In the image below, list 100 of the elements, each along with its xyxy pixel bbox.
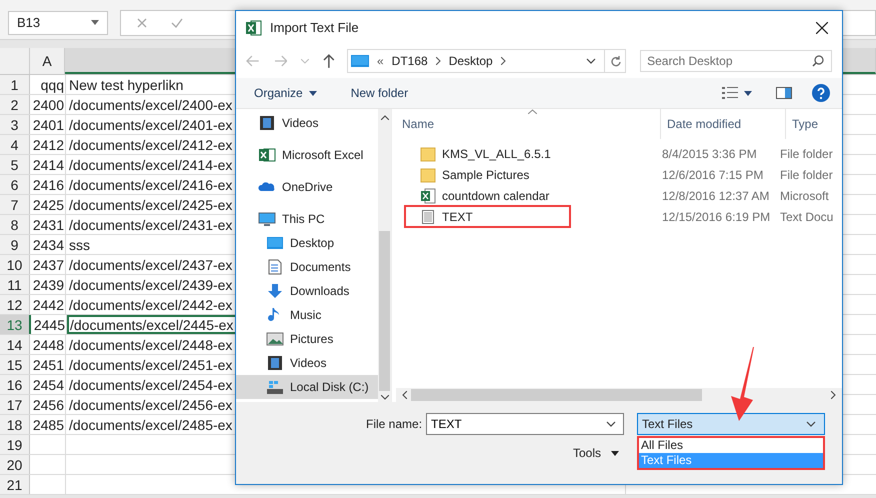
breadcrumb[interactable]: DT168 [392,54,428,68]
scrollbar[interactable] [378,109,391,402]
file-type: File folder [780,146,834,160]
sidebar-item[interactable]: Documents [236,255,378,279]
folder-icon [420,146,436,162]
row-header[interactable]: 7 [0,195,30,214]
excel-icon [258,147,276,163]
close-icon[interactable] [816,22,828,34]
row-header[interactable]: 6 [0,175,30,194]
row-header[interactable]: 8 [0,215,30,234]
scroll-right-icon[interactable] [831,391,836,399]
row-header[interactable]: 2 [0,95,30,114]
help-icon[interactable] [812,84,830,102]
table-cell: 2442 [30,295,66,314]
downloads-icon [266,283,284,299]
file-name-field[interactable]: TEXT [426,413,624,435]
table-cell: 2425 [30,195,66,214]
row-header[interactable]: 14 [0,335,30,354]
refresh-icon [610,55,621,67]
cancel-icon [137,18,147,28]
table-cell: 2439 [30,275,66,294]
preview-pane-icon[interactable] [776,87,792,99]
desktop-icon [266,235,284,251]
table-cell: 2431 [30,215,66,234]
table-cell: 2401 [30,115,66,134]
file-name[interactable]: TEXT [442,210,473,224]
table-cell: 2456 [30,395,66,414]
monitor-icon [350,55,369,67]
breadcrumb[interactable]: Desktop [448,54,493,68]
up-arrow-icon[interactable] [323,54,335,68]
pictures-icon [266,331,284,347]
table-cell: 2485 [30,415,66,434]
file-name[interactable]: countdown calendar [442,188,550,202]
search-icon [812,55,824,67]
scroll-down-icon[interactable] [380,395,388,400]
check-icon [171,18,183,28]
row-header[interactable]: 3 [0,115,30,134]
column-header[interactable]: Name [396,109,661,139]
sidebar-item[interactable]: Local Disk (C:) [236,375,378,399]
row-header[interactable]: 9 [0,235,30,254]
table-cell: 2445 [31,315,67,334]
row-header[interactable]: 11 [0,275,30,294]
file-date: 12/6/2016 7:15 PM [662,168,764,182]
documents-icon [266,259,284,275]
chevron-icon [606,421,616,427]
window-title: Import Text File [270,20,359,35]
disk-icon [266,379,284,395]
row-header[interactable]: 15 [0,355,30,374]
chevron-right-icon [436,57,441,65]
field-label: File name: [366,417,424,431]
file-name[interactable]: Sample Pictures [442,168,530,182]
overflow-crumb[interactable]: « [376,54,384,68]
row-header[interactable]: 10 [0,255,30,274]
file-type: Microsoft [780,188,830,202]
row-header[interactable]: 13 [0,315,31,334]
sort-icon [528,109,537,114]
sidebar-item[interactable]: OneDrive [236,175,378,199]
caret-icon[interactable] [744,90,752,96]
row-header[interactable]: 20 [0,455,30,474]
sidebar-item[interactable]: Videos [236,111,378,135]
chevron-icon [806,421,816,427]
row-header[interactable]: 19 [0,435,30,454]
sidebar-item[interactable]: Videos [236,351,378,375]
sidebar-item[interactable]: This PC [236,207,378,231]
sidebar-item[interactable]: Desktop [236,231,378,255]
table-cell: 2451 [30,355,66,374]
table-cell: 2412 [30,135,66,154]
scrollbar[interactable] [396,388,842,402]
row-header[interactable]: 16 [0,375,30,394]
name-box[interactable]: B13 [8,10,108,34]
view-list-icon[interactable] [722,87,738,99]
excel-file-icon [420,188,436,204]
column-header[interactable]: Type [786,109,842,139]
search-field[interactable]: Search Desktop [640,50,832,72]
file-type: Text Docu [780,210,834,224]
row-header[interactable]: 17 [0,395,30,414]
table-cell: qqq [30,75,66,94]
row-header[interactable]: 12 [0,295,30,314]
table-cell: 2400 [30,95,66,114]
table-cell: 2416 [30,175,66,194]
videos-icon [258,115,276,131]
row-header[interactable]: 4 [0,135,30,154]
scroll-left-icon[interactable] [402,391,407,399]
chevron-right-icon [500,57,506,65]
column-header[interactable]: Date modified [661,109,786,139]
row-header[interactable]: 21 [0,475,30,494]
pc-icon [258,211,276,227]
address-bar[interactable]: « DT168 Desktop [346,49,626,73]
table-cell: 2454 [30,375,66,394]
caret-icon [91,20,99,25]
row-header[interactable]: 18 [0,415,30,434]
file-type-dropdown[interactable]: Text Files [637,413,825,435]
file-date: 12/8/2016 12:37 AM [662,188,770,202]
row-header[interactable]: 1 [0,75,30,94]
dropdown-option[interactable]: All Files [639,438,823,453]
tools-menu[interactable]: Tools [573,446,602,460]
scroll-up-icon[interactable] [380,115,388,120]
row-header[interactable]: 5 [0,155,30,174]
folder-icon [420,166,436,182]
dropdown-icon[interactable] [586,58,596,64]
